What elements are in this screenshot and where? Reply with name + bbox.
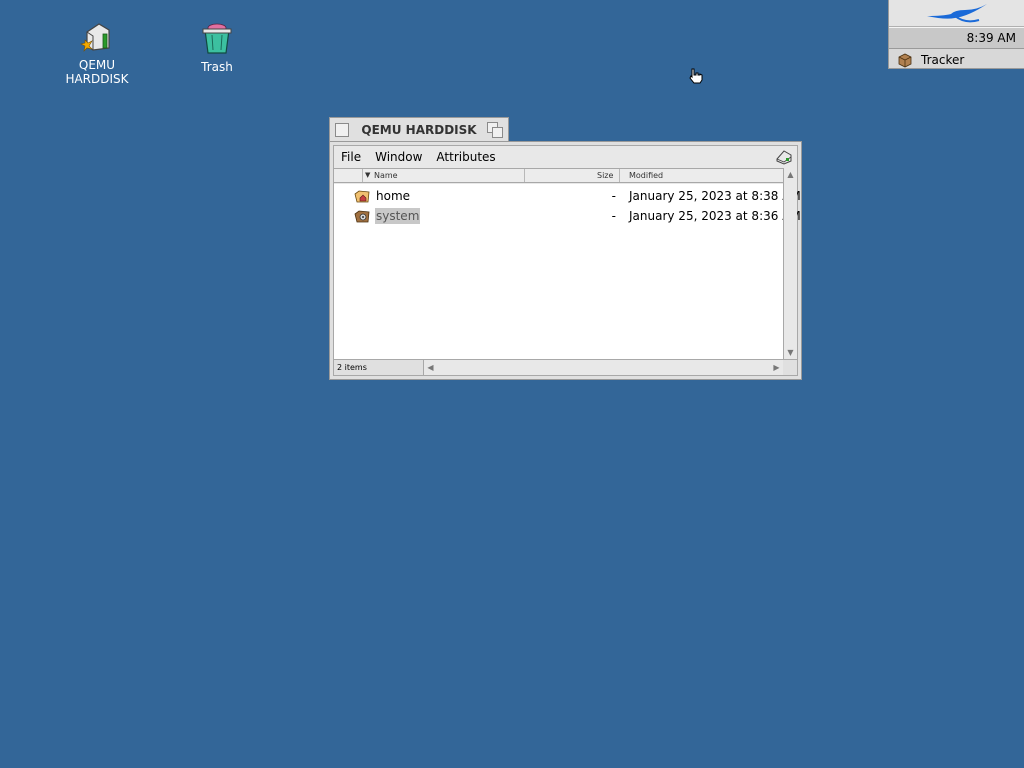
sort-arrow-icon: ▼ xyxy=(365,171,371,179)
column-modified[interactable]: Modified xyxy=(629,169,663,182)
leaf-logo-icon xyxy=(927,4,987,23)
tracker-window: File Window Attributes ▼ Name Size Modif… xyxy=(329,141,802,380)
menu-file[interactable]: File xyxy=(334,146,368,168)
file-list: home - January 25, 2023 at 8:38 AM syste… xyxy=(334,184,801,359)
system-folder-icon xyxy=(354,210,370,223)
scroll-left-arrow-icon[interactable]: ◀ xyxy=(424,360,437,375)
window-tab[interactable]: QEMU HARDDISK xyxy=(329,117,509,141)
scroll-right-arrow-icon[interactable]: ▶ xyxy=(770,360,783,375)
tracker-icon xyxy=(898,53,912,67)
column-header: ▼ Name Size Modified xyxy=(334,168,787,183)
file-modified: January 25, 2023 at 8:36 AM xyxy=(629,209,801,223)
status-bar: 2 items ◀ ▶ xyxy=(334,359,797,375)
vertical-scrollbar[interactable]: ▲ ▼ xyxy=(783,168,797,359)
deskbar-tracker-item[interactable]: Tracker xyxy=(889,49,1024,70)
column-separator xyxy=(362,169,363,182)
deskbar: 8:39 AM Tracker xyxy=(888,0,1024,69)
desktop-icon-label: Trash xyxy=(201,60,233,74)
volume-icon[interactable] xyxy=(775,149,793,165)
column-name[interactable]: Name xyxy=(374,169,398,182)
desktop-icon-trash[interactable]: Trash xyxy=(167,20,267,75)
file-name: system xyxy=(375,208,421,224)
harddisk-icon xyxy=(80,23,110,52)
list-item[interactable]: system - January 25, 2023 at 8:36 AM xyxy=(334,206,801,226)
item-count: 2 items xyxy=(334,360,424,375)
home-folder-icon xyxy=(354,190,370,203)
scroll-up-arrow-icon[interactable]: ▲ xyxy=(784,168,797,181)
deskbar-logo[interactable] xyxy=(889,0,1024,27)
file-size: - xyxy=(611,209,616,223)
desktop-icon-harddisk[interactable]: QEMU HARDDISK xyxy=(47,20,147,87)
list-item[interactable]: home - January 25, 2023 at 8:38 AM xyxy=(334,186,801,206)
menu-attributes[interactable]: Attributes xyxy=(429,146,502,168)
close-button[interactable] xyxy=(335,123,349,137)
column-separator xyxy=(524,169,525,182)
column-separator xyxy=(619,169,620,182)
file-name: home xyxy=(376,189,411,203)
menu-window[interactable]: Window xyxy=(368,146,429,168)
tracker-label: Tracker xyxy=(921,52,965,67)
trash-icon xyxy=(202,23,232,54)
file-size: - xyxy=(611,189,616,203)
column-size[interactable]: Size xyxy=(597,169,613,182)
desktop-icon-label: QEMU HARDDISK xyxy=(65,58,129,86)
horizontal-scrollbar[interactable]: ◀ ▶ xyxy=(424,360,783,375)
hand-cursor-icon xyxy=(689,68,703,84)
window-menubar: File Window Attributes xyxy=(334,146,797,168)
file-modified: January 25, 2023 at 8:38 AM xyxy=(629,189,801,203)
deskbar-clock[interactable]: 8:39 AM xyxy=(889,27,1024,49)
zoom-button[interactable] xyxy=(487,122,503,138)
scroll-down-arrow-icon[interactable]: ▼ xyxy=(784,346,797,359)
window-title: QEMU HARDDISK xyxy=(361,123,477,137)
